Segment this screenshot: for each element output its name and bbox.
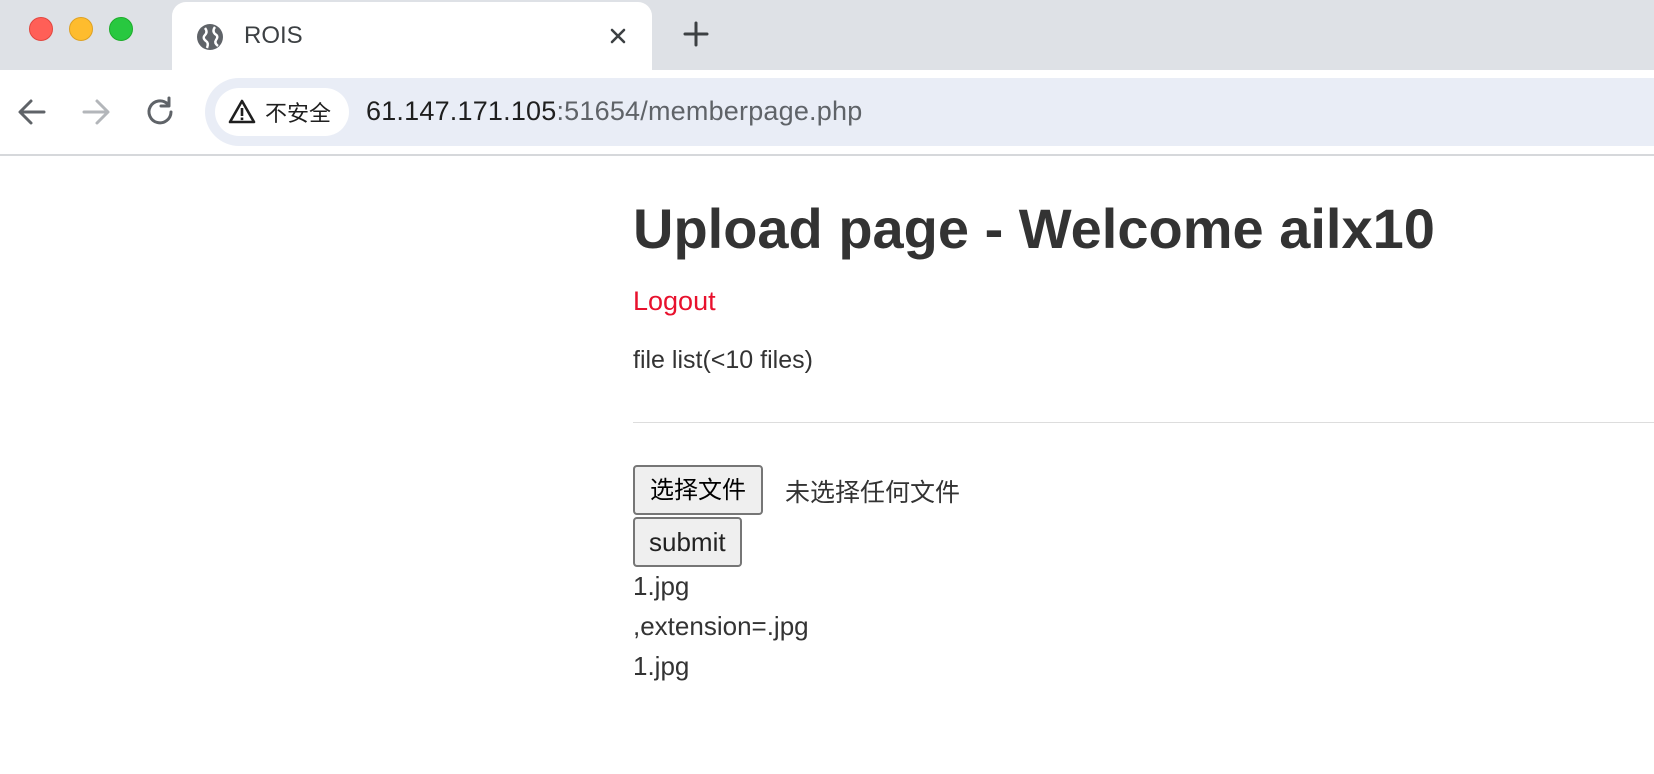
logout-link[interactable]: Logout <box>633 286 716 317</box>
choose-file-button[interactable]: 选择文件 <box>633 465 763 515</box>
warning-triangle-icon <box>228 99 256 124</box>
close-icon[interactable] <box>604 22 632 50</box>
security-chip[interactable]: 不安全 <box>215 88 350 136</box>
maximize-window-button[interactable] <box>109 17 133 41</box>
url-host: 61.147.171.105 <box>366 96 557 126</box>
divider <box>633 422 1654 423</box>
no-file-chosen-text: 未选择任何文件 <box>785 478 961 507</box>
page-title: Upload page - Welcome ailx10 <box>633 197 1435 260</box>
file-list-label: file list(<10 files) <box>633 346 813 374</box>
tab-rois[interactable]: ROIS <box>172 2 652 70</box>
plus-icon[interactable] <box>680 18 712 50</box>
output-line: 1.jpg <box>633 651 690 681</box>
url-text[interactable]: 61.147.171.105:51654/memberpage.php <box>366 96 862 127</box>
url-path: :51654/memberpage.php <box>556 96 863 126</box>
close-window-button[interactable] <box>29 17 53 41</box>
browser-toolbar: 不安全 61.147.171.105:51654/memberpage.php <box>0 70 1654 156</box>
arrow-right-icon[interactable] <box>76 92 116 132</box>
output-line: ,extension=.jpg <box>633 611 809 641</box>
output-line: 1.jpg <box>633 571 690 601</box>
tab-bar: ROIS <box>0 0 1654 70</box>
arrow-left-icon[interactable] <box>12 92 52 132</box>
globe-icon <box>196 23 224 51</box>
minimize-window-button[interactable] <box>69 17 93 41</box>
submit-button[interactable]: submit <box>633 517 742 567</box>
tab-title: ROIS <box>244 22 303 49</box>
address-bar[interactable]: 不安全 61.147.171.105:51654/memberpage.php <box>205 78 1654 146</box>
reload-icon[interactable] <box>140 92 180 132</box>
security-label: 不安全 <box>265 102 332 127</box>
